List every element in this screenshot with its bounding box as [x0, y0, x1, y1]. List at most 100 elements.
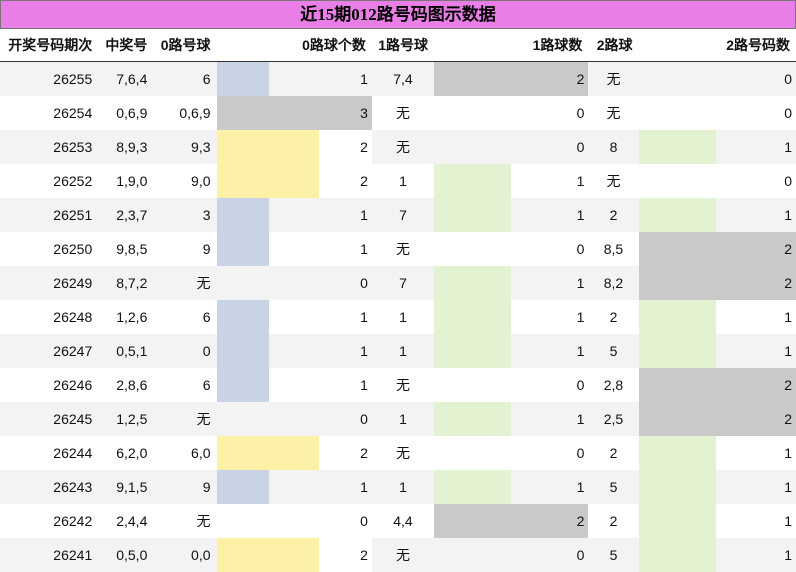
route0-balls-cell: 0: [153, 334, 216, 368]
route2-count-cell: 2: [639, 368, 796, 402]
table-body: 262557,6,4617,42无0262540,6,90,6,93无0无026…: [0, 62, 796, 572]
table-row: 262422,4,4无04,4221: [0, 504, 796, 538]
issue-cell: 26243: [0, 470, 98, 504]
route0-count-cell: 1: [269, 232, 372, 266]
route0-bar: [217, 538, 269, 572]
route0-balls-cell: 6: [153, 368, 216, 402]
route2-balls-cell: 8,2: [588, 266, 638, 300]
winning-number-cell: 7,6,4: [98, 62, 153, 97]
route2-bar: [639, 436, 716, 470]
route2-bar: [639, 198, 716, 232]
route1-bar: [434, 334, 511, 368]
route1-bar-empty: [434, 436, 511, 470]
table-row: 262462,8,661无02,82: [0, 368, 796, 402]
route1-balls-cell: 无: [372, 436, 434, 470]
route1-count-cell: 2: [434, 62, 588, 97]
route2-count-cell: 2: [639, 232, 796, 266]
route1-count-cell: 1: [511, 334, 588, 368]
route1-balls-cell: 无: [372, 96, 434, 130]
route2-bar-empty: [639, 62, 716, 97]
header-row: 开奖号码期次 中奖号 0路号球 0路球个数 1路号球 1路球数 2路球 2路号码…: [0, 29, 796, 62]
route2-balls-cell: 2: [588, 436, 638, 470]
route1-balls-cell: 7: [372, 198, 434, 232]
route0-bar: [217, 130, 269, 164]
route2-count-cell: 1: [716, 504, 796, 538]
route0-balls-cell: 6: [153, 62, 216, 97]
route0-balls-cell: 3: [153, 198, 216, 232]
route1-count-cell: 0: [511, 368, 588, 402]
route1-count-cell: 0: [511, 538, 588, 572]
winning-number-cell: 1,9,0: [98, 164, 153, 198]
route0-balls-cell: 无: [153, 504, 216, 538]
route1-count-cell: 1: [511, 266, 588, 300]
route1-bar: [434, 198, 511, 232]
route0-balls-cell: 9: [153, 232, 216, 266]
issue-cell: 26246: [0, 368, 98, 402]
route1-balls-cell: 7: [372, 266, 434, 300]
route0-count-cell: 1: [269, 62, 372, 97]
route1-count-cell: 0: [511, 436, 588, 470]
table-row: 262481,2,6611121: [0, 300, 796, 334]
route1-balls-cell: 1: [372, 470, 434, 504]
route2-count-cell: 2: [639, 266, 796, 300]
issue-cell: 26253: [0, 130, 98, 164]
route0-balls-cell: 9: [153, 470, 216, 504]
table-row: 262538,9,39,32无081: [0, 130, 796, 164]
route2-bar: [639, 300, 716, 334]
route1-balls-cell: 无: [372, 538, 434, 572]
winning-number-cell: 2,3,7: [98, 198, 153, 232]
route0-count-cell: 1: [269, 198, 372, 232]
route2-bar: [639, 130, 716, 164]
route0-count-cell: 2: [269, 164, 372, 198]
route1-bar-empty: [434, 96, 511, 130]
route1-bar: [434, 164, 511, 198]
route1-bar-empty: [434, 130, 511, 164]
route0-bar-empty: [217, 504, 269, 538]
issue-cell: 26251: [0, 198, 98, 232]
route0-count-cell: 1: [269, 368, 372, 402]
route0-bar: [217, 232, 269, 266]
issue-cell: 26247: [0, 334, 98, 368]
route0-bar: [217, 334, 269, 368]
route1-count-cell: 0: [511, 232, 588, 266]
route2-balls-cell: 2,8: [588, 368, 638, 402]
winning-number-cell: 2,8,6: [98, 368, 153, 402]
route2-balls-cell: 8: [588, 130, 638, 164]
route2-balls-cell: 2: [588, 300, 638, 334]
route0-count-cell: 3: [217, 96, 372, 130]
route2-count-cell: 1: [716, 130, 796, 164]
route0-balls-cell: 6,0: [153, 436, 216, 470]
winning-number-cell: 9,8,5: [98, 232, 153, 266]
route1-count-cell: 1: [511, 402, 588, 436]
winning-number-cell: 2,4,4: [98, 504, 153, 538]
route0-bar-empty: [217, 266, 269, 300]
route2-balls-cell: 8,5: [588, 232, 638, 266]
route2-balls-cell: 5: [588, 334, 638, 368]
route2-count-cell: 2: [639, 402, 796, 436]
route2-bar: [639, 538, 716, 572]
route1-balls-cell: 无: [372, 232, 434, 266]
issue-cell: 26242: [0, 504, 98, 538]
route2-count-cell: 0: [716, 96, 796, 130]
route1-balls-cell: 1: [372, 300, 434, 334]
route1-bar-empty: [434, 232, 511, 266]
route2-balls-cell: 2: [588, 198, 638, 232]
route1-count-cell: 1: [511, 300, 588, 334]
route1-bar-empty: [434, 368, 511, 402]
table-row: 262470,5,1011151: [0, 334, 796, 368]
issue-cell: 26245: [0, 402, 98, 436]
route2-balls-cell: 5: [588, 470, 638, 504]
issue-cell: 26252: [0, 164, 98, 198]
route2-balls-cell: 2,5: [588, 402, 638, 436]
table-row: 262439,1,5911151: [0, 470, 796, 504]
issue-cell: 26255: [0, 62, 98, 97]
route1-balls-cell: 7,4: [372, 62, 434, 97]
route0-balls-cell: 无: [153, 266, 216, 300]
route0-count-cell: 0: [269, 504, 372, 538]
header-route2-balls: 2路球: [588, 29, 638, 62]
route0-balls-cell: 9,3: [153, 130, 216, 164]
issue-cell: 26250: [0, 232, 98, 266]
issue-cell: 26241: [0, 538, 98, 572]
route2-count-cell: 0: [716, 62, 796, 97]
route2-balls-cell: 2: [588, 504, 638, 538]
